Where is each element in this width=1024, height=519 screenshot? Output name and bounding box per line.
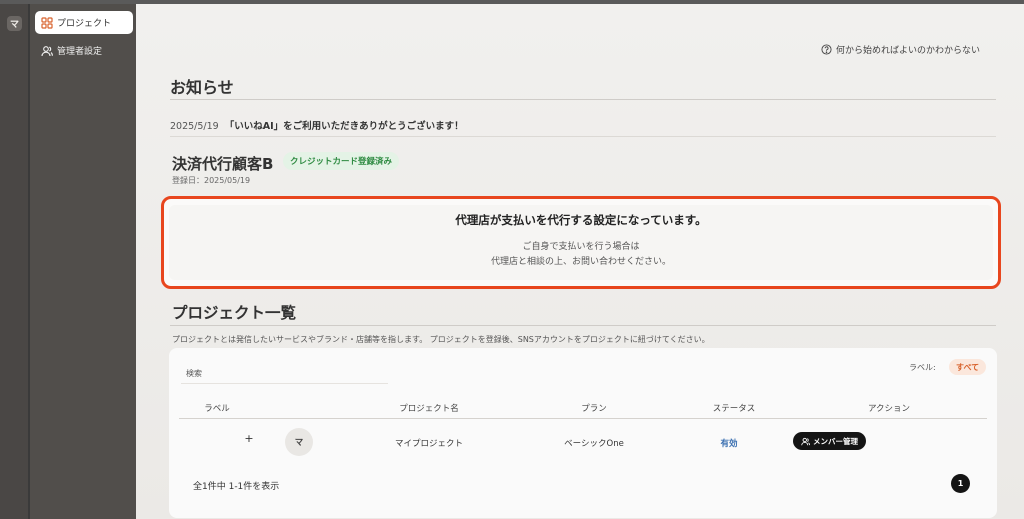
question-circle-icon bbox=[821, 44, 832, 55]
label-filter-all[interactable]: すべて bbox=[949, 359, 987, 375]
pagination-summary: 全1件中 1-1件を表示 bbox=[193, 482, 280, 492]
grid-icon bbox=[41, 16, 53, 29]
add-label-button[interactable]: + bbox=[242, 432, 256, 448]
page-button[interactable]: 1 bbox=[951, 474, 970, 493]
column-header-action: アクション bbox=[867, 404, 911, 414]
column-header-plan: プラン bbox=[581, 404, 607, 414]
main-content: 何から始めればよいのかわからない お知らせ 2025/5/19 「いいねAI」をご… bbox=[136, 4, 1024, 519]
projects-description: プロジェクトとは発信したいサービスやブランド・店舗等を指します。 プロジェクトを… bbox=[172, 335, 710, 344]
project-name-cell[interactable]: マイプロジェクト bbox=[379, 437, 479, 449]
divider bbox=[170, 136, 996, 137]
sidebar-item-label: プロジェクト bbox=[57, 19, 112, 29]
users-icon bbox=[801, 437, 810, 445]
label-filter-label: ラベル: bbox=[909, 363, 936, 372]
divider bbox=[170, 99, 996, 100]
member-management-button[interactable]: メンバー管理 bbox=[793, 432, 866, 450]
column-header-status: ステータス bbox=[712, 404, 756, 414]
news-text[interactable]: 「いいねAI」をご利用いただきありがとうございます！ bbox=[225, 121, 464, 132]
project-avatar: マ bbox=[285, 428, 313, 456]
column-header-label: ラベル bbox=[204, 404, 230, 414]
divider bbox=[170, 325, 996, 326]
user-icon bbox=[41, 45, 53, 56]
help-text: 何から始めればよいのかわからない bbox=[836, 46, 981, 56]
credit-card-status-badge: クレジットカード登録済み bbox=[283, 152, 400, 170]
help-link[interactable]: 何から始めればよいのかわからない bbox=[821, 43, 980, 56]
sidebar-item-label: 管理者設定 bbox=[57, 47, 103, 57]
payment-notice-box: 代理店が支払いを代行する設定になっています。 ご自身で支払いを行う場合は 代理店… bbox=[161, 196, 1001, 289]
app-rail: マ bbox=[0, 4, 28, 519]
sidebar: プロジェクト 管理者設定 bbox=[30, 4, 136, 519]
table-header-divider bbox=[179, 418, 987, 419]
projects-table-card: 検索 ラベル: すべて ラベル プロジェクト名 プラン ステータス アクション … bbox=[169, 348, 997, 518]
news-date: 2025/5/19 bbox=[170, 121, 219, 132]
news-item: 2025/5/19 「いいねAI」をご利用いただきありがとうございます！ bbox=[170, 118, 464, 132]
search-input[interactable]: 検索 bbox=[181, 360, 388, 384]
column-header-project-name: プロジェクト名 bbox=[399, 404, 459, 414]
registration-date: 登録日：2025/05/19 bbox=[172, 176, 251, 185]
notice-line: 代理店と相談の上、お問い合わせください。 bbox=[490, 257, 671, 267]
sidebar-item-admin-settings[interactable]: 管理者設定 bbox=[35, 39, 133, 62]
notice-line: ご自身で支払いを行う場合は bbox=[522, 242, 640, 252]
customer-name: 決済代行顧客B bbox=[172, 155, 274, 173]
notice-title: 代理店が支払いを代行する設定になっています。 bbox=[455, 213, 707, 227]
sidebar-item-projects[interactable]: プロジェクト bbox=[35, 11, 133, 34]
member-management-label: メンバー管理 bbox=[813, 436, 858, 446]
status-cell: 有効 bbox=[720, 439, 738, 449]
projects-heading: プロジェクト一覧 bbox=[172, 304, 297, 322]
app-logo[interactable]: マ bbox=[7, 16, 22, 31]
news-heading: お知らせ bbox=[170, 78, 234, 97]
plan-cell: ベーシックOne bbox=[564, 439, 624, 449]
